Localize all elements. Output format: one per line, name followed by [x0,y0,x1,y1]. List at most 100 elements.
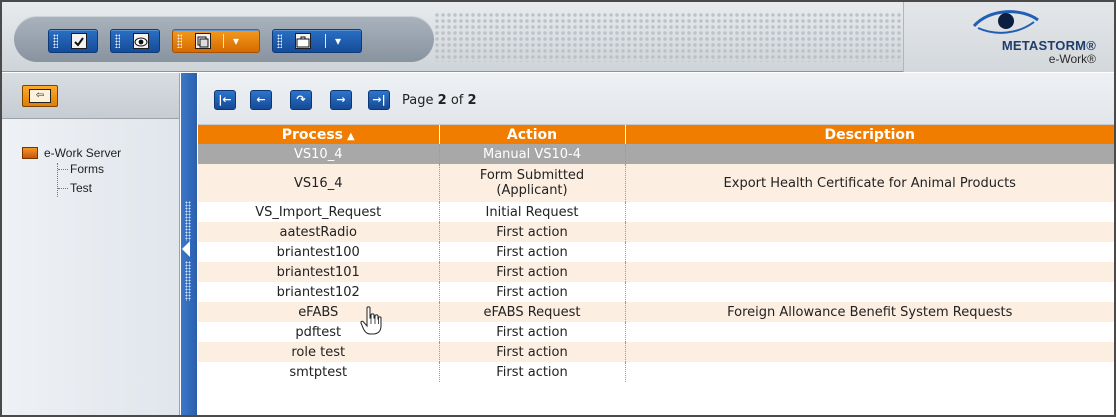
logo-name: METASTORM® [1001,38,1096,53]
cell-process: briantest100 [198,242,440,262]
cell-description [625,202,1114,222]
cell-description [625,222,1114,242]
collapse-left-icon[interactable] [182,241,190,257]
top-header: ▾ ▾ METASTORM® e-Work® [2,2,1114,72]
table-row[interactable]: briantest101 First action [198,262,1114,282]
separator [223,34,224,48]
logo-subtitle: e-Work® [1048,52,1096,66]
table-header-row: Process ▲ Action Description [198,125,1114,144]
app-window: ▾ ▾ METASTORM® e-Work® ⇦ e-Work Server F… [0,0,1116,417]
briefcase-icon [295,33,311,49]
cell-description [625,262,1114,282]
cell-process: VS10_4 [198,144,440,164]
table-row[interactable]: VS10_4 Manual VS10-4 [198,144,1114,164]
server-icon [22,147,38,159]
chevron-down-icon[interactable]: ▾ [233,33,239,49]
folders-button[interactable]: ▾ [272,29,362,53]
cell-description: Foreign Allowance Benefit System Request… [625,302,1114,322]
grip-handle [177,34,182,48]
grip-handle [277,34,282,48]
cell-action: Manual VS10-4 [439,144,626,164]
cell-action: First action [439,322,626,342]
cell-description [625,322,1114,342]
processes-button[interactable]: ▾ [172,29,260,53]
splitter-grip [185,201,191,241]
sort-ascending-icon: ▲ [347,130,355,142]
last-page-button[interactable]: →| [368,90,390,110]
page-of-label: of [450,93,464,108]
column-header-label: Process [281,126,344,143]
cell-action: First action [439,362,626,382]
cell-action: First action [439,242,626,262]
grip-handle [53,34,58,48]
splitter-grip [185,261,191,301]
cell-action: Form Submitted (Applicant) [439,164,626,202]
cell-process: smtptest [198,362,440,382]
watch-button[interactable] [110,29,160,53]
table-row[interactable]: smtptest First action [198,362,1114,382]
cell-process: role test [198,342,440,362]
process-table: Process ▲ Action Description VS10_4 Manua… [198,125,1114,382]
column-header-action[interactable]: Action [439,125,626,144]
next-page-button[interactable]: → [330,90,352,110]
cell-process: eFABS [198,302,440,322]
cell-process: aatestRadio [198,222,440,242]
cell-description [625,342,1114,362]
cell-description [625,242,1114,262]
table-row[interactable]: eFABS eFABS Request Foreign Allowance Be… [198,302,1114,322]
table-row[interactable]: VS16_4 Form Submitted (Applicant) Export… [198,164,1114,202]
current-page: 2 [437,93,447,108]
cell-process: VS_Import_Request [198,202,440,222]
table-row[interactable]: briantest100 First action [198,242,1114,262]
cell-action: First action [439,262,626,282]
tree-node-label: Test [70,181,93,195]
table-row[interactable]: VS_Import_Request Initial Request [198,202,1114,222]
cell-process: pdftest [198,322,440,342]
exit-icon: ⇦ [29,89,51,103]
refresh-button[interactable]: ↷ [290,90,312,110]
tree-node-forms[interactable]: Forms [58,162,104,176]
cell-description [625,362,1114,382]
page-indicator: Page 2 of 2 [402,93,477,108]
folder-stack-icon [195,33,211,49]
panel-splitter[interactable] [181,73,197,415]
cell-process: briantest101 [198,262,440,282]
separator [325,34,326,48]
table-row[interactable]: aatestRadio First action [198,222,1114,242]
column-header-description[interactable]: Description [625,125,1114,144]
last-page-icon: →| [372,93,386,106]
main-toolbar: ▾ ▾ [14,16,434,62]
column-header-label: Action [506,126,558,143]
cell-action: First action [439,282,626,302]
tree-node-label: e-Work Server [44,146,122,160]
cell-description: Export Health Certificate for Animal Pro… [625,164,1114,202]
cell-action: Initial Request [439,202,626,222]
chevron-down-icon[interactable]: ▾ [335,33,341,49]
page-label: Page [402,93,434,108]
metastorm-eye-icon [972,10,1039,34]
total-pages: 2 [467,93,477,108]
brand-logo: METASTORM® e-Work® [903,2,1114,72]
previous-page-icon: ← [256,93,266,106]
sidebar: ⇦ e-Work Server Forms Test [2,73,180,415]
grip-handle [115,34,120,48]
next-page-icon: → [336,93,346,106]
first-page-button[interactable]: |← [214,90,236,110]
tasks-button[interactable] [48,29,98,53]
tree-node-test[interactable]: Test [58,181,92,195]
cell-process: briantest102 [198,282,440,302]
column-header-process[interactable]: Process ▲ [198,125,440,144]
tree-node-label: Forms [70,162,104,176]
decorative-pattern [434,12,904,62]
hand-cursor-icon [360,306,382,335]
table-row[interactable]: briantest102 First action [198,282,1114,302]
cell-action: eFABS Request [439,302,626,322]
sidebar-toolbar: ⇦ [2,73,179,119]
exit-button[interactable]: ⇦ [22,85,58,107]
table-row[interactable]: pdftest First action [198,322,1114,342]
previous-page-button[interactable]: ← [250,90,272,110]
column-header-label: Description [824,126,916,143]
table-row[interactable]: role test First action [198,342,1114,362]
cell-description [625,144,1114,164]
first-page-icon: |← [218,93,232,106]
